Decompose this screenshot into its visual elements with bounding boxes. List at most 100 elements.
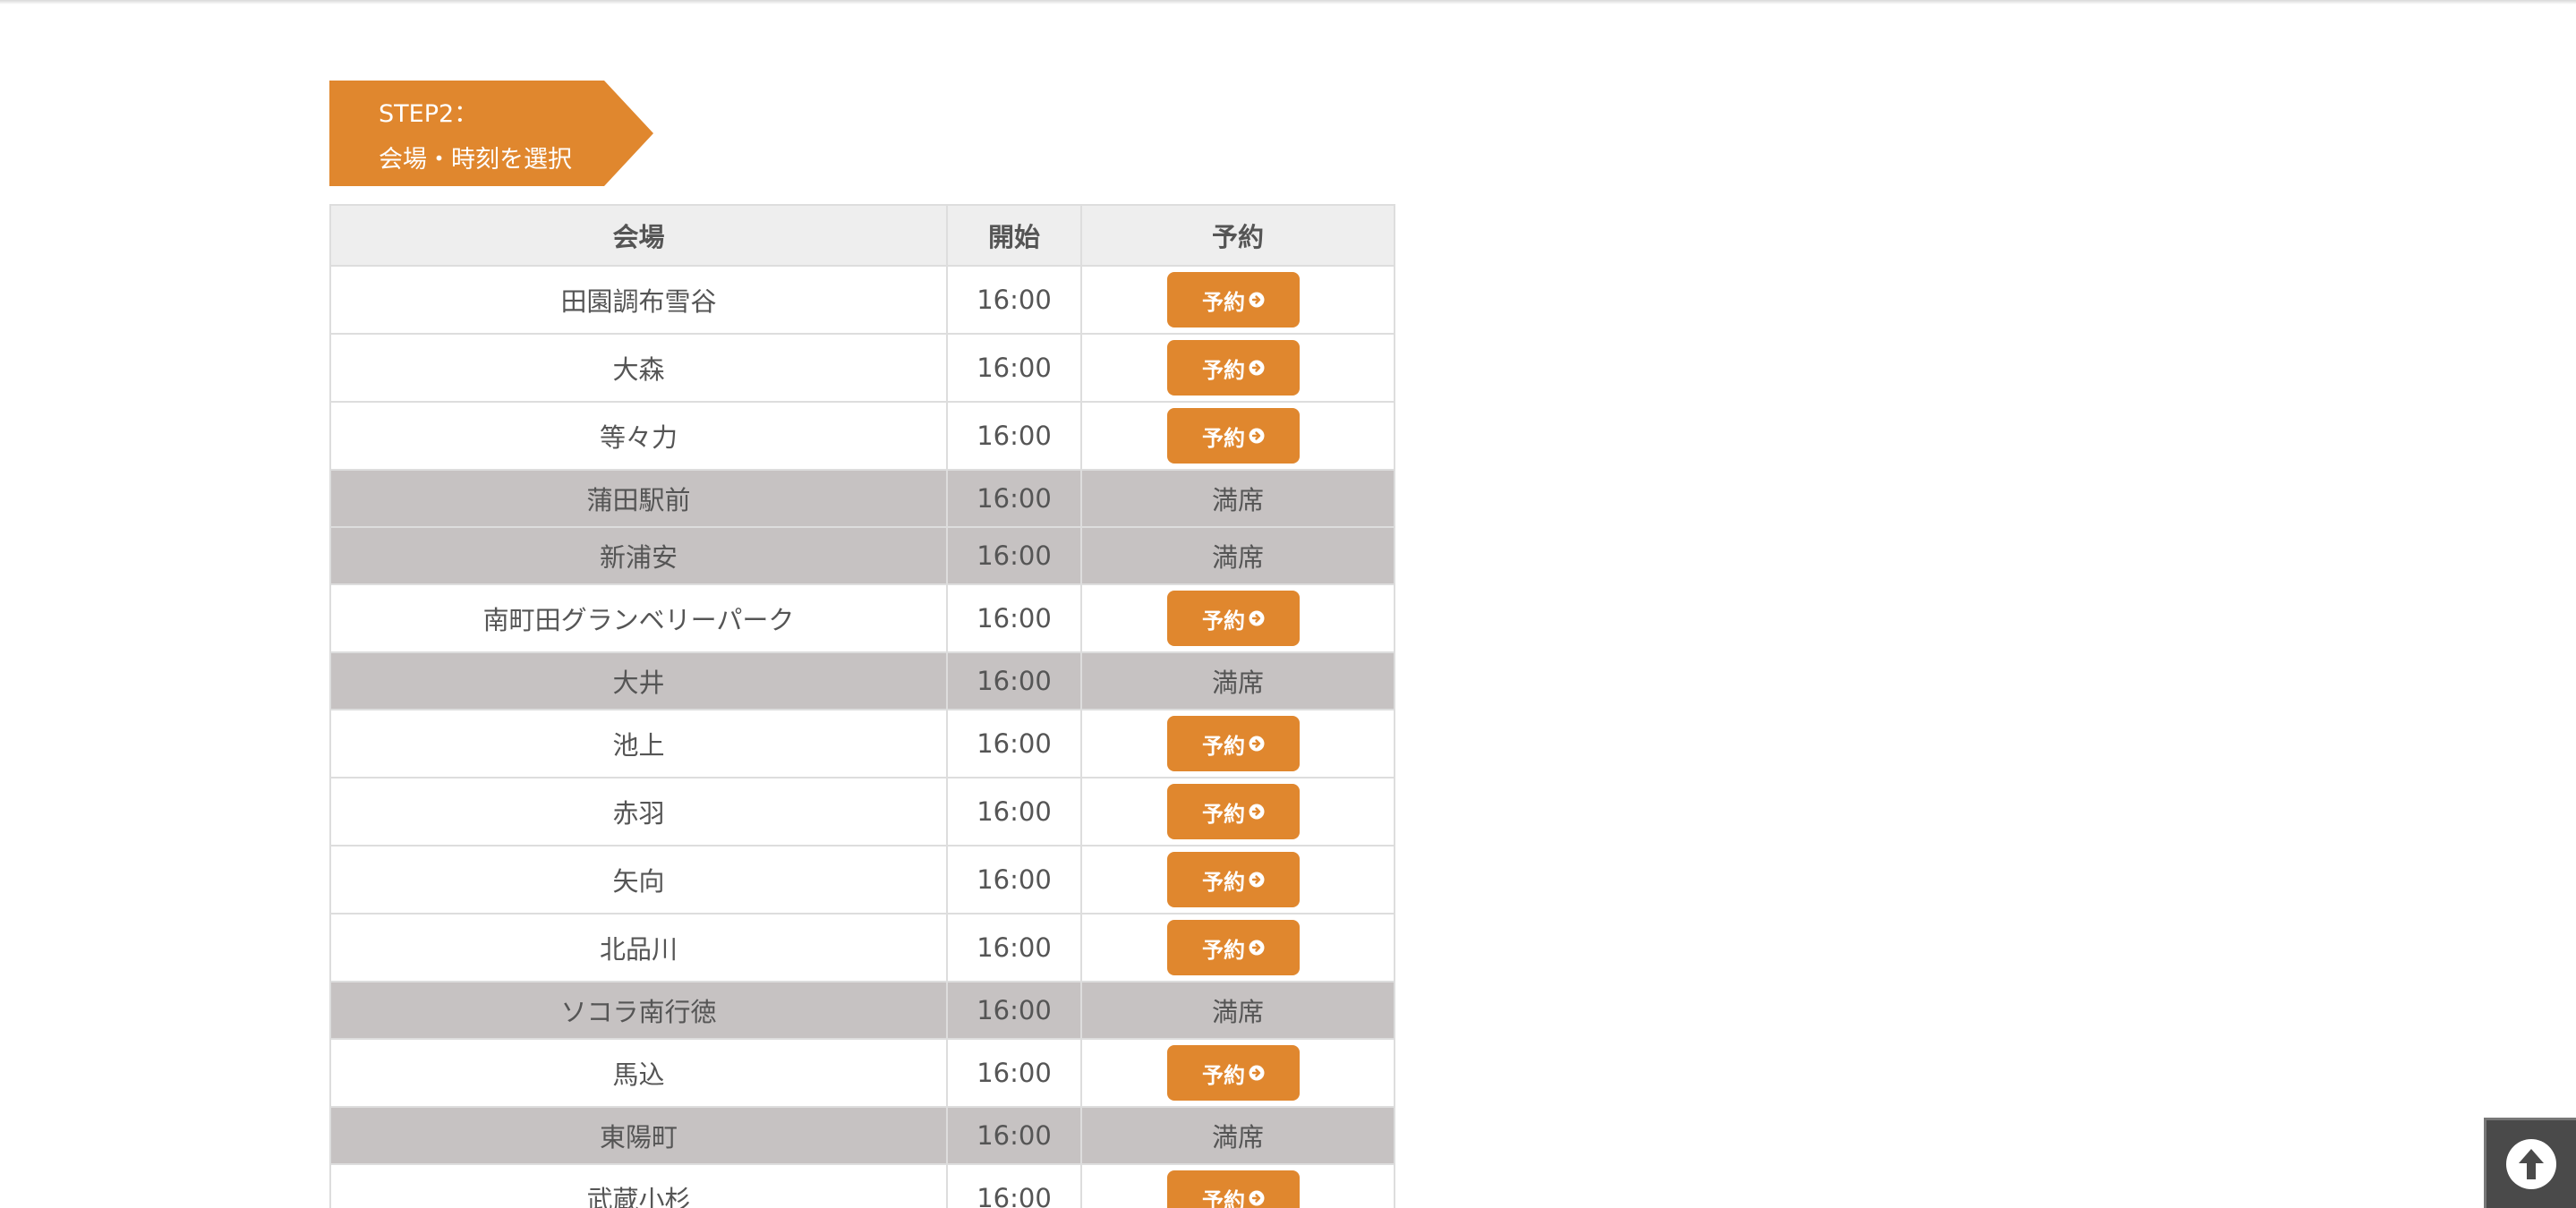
table-row: 赤羽 16:00 予約 [329, 777, 1395, 846]
full-status-label: 満席 [1211, 668, 1264, 698]
venue-cell: 新浦安 [329, 526, 948, 585]
venue-cell: 武蔵小杉 [329, 1163, 948, 1208]
start-time-cell: 16:00 [946, 333, 1082, 403]
start-time-cell: 16:00 [946, 913, 1082, 983]
schedule-table-body: 田園調布雪谷 16:00 予約 大森 16:00 予約 等々力 16:00 予約 蒲田駅前 16:0… [329, 265, 1395, 1208]
arrow-circle-right-icon [1249, 804, 1265, 820]
reserve-button[interactable]: 予約 [1167, 852, 1300, 907]
table-row: 蒲田駅前 16:00 満席 [329, 469, 1395, 528]
arrow-circle-right-icon [1249, 872, 1265, 888]
table-row: 矢向 16:00 予約 [329, 845, 1395, 915]
table-row: 大井 16:00 満席 [329, 651, 1395, 710]
start-time-cell: 16:00 [946, 265, 1082, 335]
start-time-cell: 16:00 [946, 651, 1082, 710]
table-row: 東陽町 16:00 満席 [329, 1106, 1395, 1165]
column-header-start: 開始 [946, 204, 1082, 267]
back-to-top-button[interactable] [2484, 1118, 2576, 1208]
full-status-label: 満席 [1211, 997, 1264, 1027]
column-header-reservation: 予約 [1080, 204, 1395, 267]
venue-cell: 矢向 [329, 845, 948, 915]
reserve-button[interactable]: 予約 [1167, 1170, 1300, 1208]
reservation-cell: 予約 [1080, 333, 1395, 403]
table-row: 池上 16:00 予約 [329, 709, 1395, 778]
start-time-cell: 16:00 [946, 1106, 1082, 1165]
reservation-cell: 予約 [1080, 709, 1395, 778]
reservation-cell: 予約 [1080, 401, 1395, 471]
table-row: 北品川 16:00 予約 [329, 913, 1395, 983]
full-status-label: 満席 [1211, 485, 1264, 515]
reservation-cell: 満席 [1080, 651, 1395, 710]
reservation-cell: 予約 [1080, 1163, 1395, 1208]
reserve-button-label: 予約 [1202, 357, 1245, 383]
full-status-label: 満席 [1211, 542, 1264, 573]
start-time-cell: 16:00 [946, 583, 1082, 653]
start-time-cell: 16:00 [946, 1163, 1082, 1208]
start-time-cell: 16:00 [946, 401, 1082, 471]
table-row: 新浦安 16:00 満席 [329, 526, 1395, 585]
reservation-cell: 予約 [1080, 777, 1395, 846]
reserve-button[interactable]: 予約 [1167, 1045, 1300, 1101]
reserve-button[interactable]: 予約 [1167, 340, 1300, 396]
column-header-venue: 会場 [329, 204, 948, 267]
reservation-cell: 予約 [1080, 265, 1395, 335]
reserve-button[interactable]: 予約 [1167, 920, 1300, 975]
table-row: 大森 16:00 予約 [329, 333, 1395, 403]
reserve-button[interactable]: 予約 [1167, 408, 1300, 464]
reserve-button[interactable]: 予約 [1167, 716, 1300, 771]
venue-cell: 馬込 [329, 1038, 948, 1108]
arrow-circle-right-icon [1249, 940, 1265, 956]
table-row: 馬込 16:00 予約 [329, 1038, 1395, 1108]
step-banner: STEP2： 会場・時刻を選択 [329, 81, 653, 186]
venue-cell: 池上 [329, 709, 948, 778]
arrow-circle-right-icon [1249, 1065, 1265, 1081]
reserve-button-label: 予約 [1202, 937, 1245, 963]
start-time-cell: 16:00 [946, 777, 1082, 846]
table-row: 等々力 16:00 予約 [329, 401, 1395, 471]
reservation-cell: 予約 [1080, 583, 1395, 653]
reserve-button-label: 予約 [1202, 608, 1245, 634]
reservation-cell: 予約 [1080, 913, 1395, 983]
reserve-button-label: 予約 [1202, 733, 1245, 759]
arrow-circle-right-icon [1249, 736, 1265, 752]
start-time-cell: 16:00 [946, 1038, 1082, 1108]
step-title: STEP2： 会場・時刻を選択 [379, 91, 572, 183]
reserve-button[interactable]: 予約 [1167, 591, 1300, 646]
start-time-cell: 16:00 [946, 526, 1082, 585]
reservation-cell: 予約 [1080, 1038, 1395, 1108]
reserve-button[interactable]: 予約 [1167, 272, 1300, 328]
arrow-circle-right-icon [1249, 610, 1265, 626]
start-time-cell: 16:00 [946, 845, 1082, 915]
reserve-button-label: 予約 [1202, 425, 1245, 451]
reserve-button-label: 予約 [1202, 289, 1245, 315]
venue-cell: ソコラ南行徳 [329, 981, 948, 1040]
full-status-label: 満席 [1211, 1122, 1264, 1153]
step-description: 会場・時刻を選択 [379, 146, 572, 174]
venue-cell: 蒲田駅前 [329, 469, 948, 528]
reserve-button[interactable]: 予約 [1167, 784, 1300, 839]
venue-cell: 北品川 [329, 913, 948, 983]
table-header-row: 会場 開始 予約 [329, 204, 1395, 267]
arrow-circle-right-icon [1249, 360, 1265, 376]
venue-cell: 大森 [329, 333, 948, 403]
venue-cell: 赤羽 [329, 777, 948, 846]
reservation-cell: 満席 [1080, 1106, 1395, 1165]
arrow-circle-right-icon [1249, 292, 1265, 308]
step-label: STEP2： [379, 100, 479, 128]
page: STEP2： 会場・時刻を選択 会場 開始 予約 田園調布雪谷 16:00 予約 大森… [0, 0, 2576, 1208]
table-row: 南町田グランベリーパーク 16:00 予約 [329, 583, 1395, 653]
reserve-button-label: 予約 [1202, 869, 1245, 895]
venue-cell: 田園調布雪谷 [329, 265, 948, 335]
reservation-cell: 満席 [1080, 526, 1395, 585]
venue-cell: 東陽町 [329, 1106, 948, 1165]
header-shadow [0, 0, 2576, 4]
start-time-cell: 16:00 [946, 981, 1082, 1040]
table-row: 武蔵小杉 16:00 予約 [329, 1163, 1395, 1208]
arrow-up-circle-icon [2506, 1139, 2556, 1189]
reservation-cell: 予約 [1080, 845, 1395, 915]
start-time-cell: 16:00 [946, 469, 1082, 528]
reserve-button-label: 予約 [1202, 1187, 1245, 1208]
reserve-button-label: 予約 [1202, 1062, 1245, 1088]
start-time-cell: 16:00 [946, 709, 1082, 778]
schedule-table: 会場 開始 予約 田園調布雪谷 16:00 予約 大森 16:00 予約 等々力 16:00 予… [329, 204, 1395, 1208]
table-row: ソコラ南行徳 16:00 満席 [329, 981, 1395, 1040]
